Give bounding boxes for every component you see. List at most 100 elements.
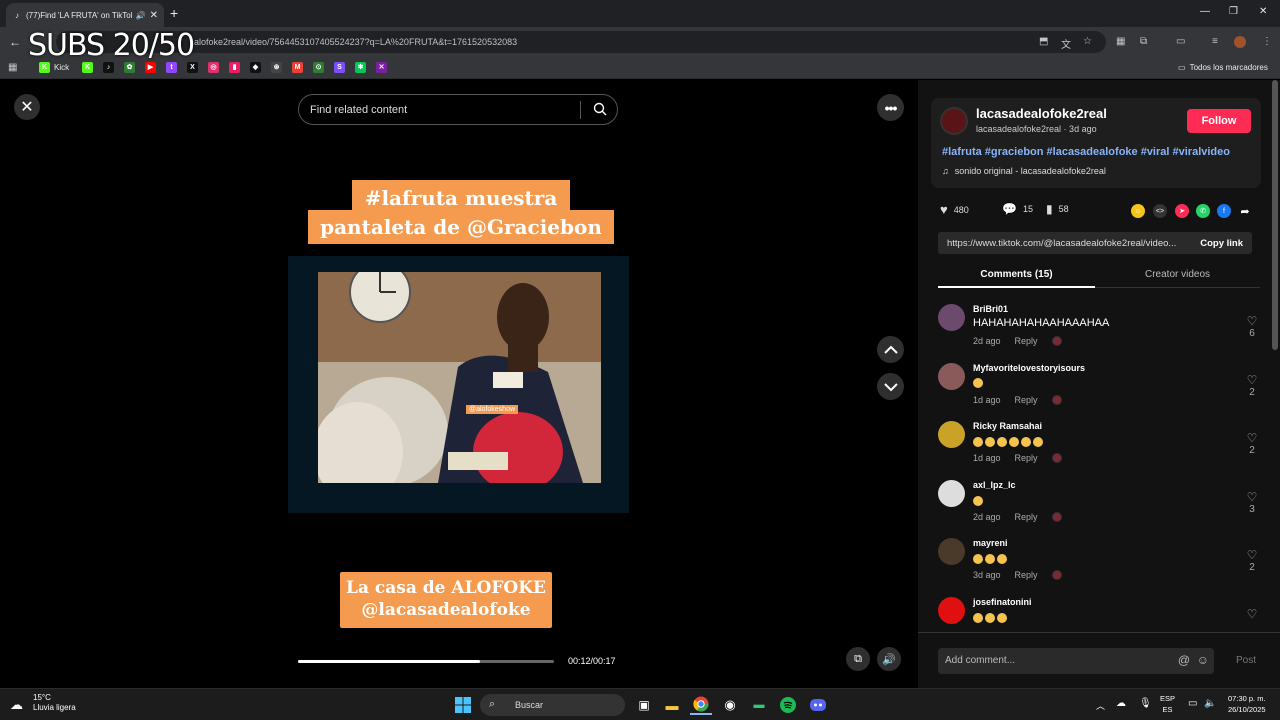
close-player-button[interactable]: ✕ [14,94,40,120]
comment-like-button[interactable]: ♡ 6 [1244,314,1260,339]
comment-avatar[interactable] [938,304,965,331]
save-button[interactable]: ▮ 58 [1046,202,1069,216]
comment-username[interactable]: mayreni [973,538,1008,548]
install-app-icon[interactable]: ⬒ [1039,36,1048,47]
reply-button[interactable]: Reply [1015,336,1038,346]
restore-icon[interactable]: ❐ [1229,6,1238,17]
next-video-button[interactable] [877,373,904,400]
bookmark-item[interactable]: ✱ [355,61,366,73]
bookmark-item[interactable]: ▮ [229,61,240,73]
start-windows-icon[interactable] [453,695,473,715]
video-player[interactable]: Find related content #lafruta muestra pa… [288,80,629,688]
network-icon[interactable]: ▭ [1188,698,1197,709]
browser-tab-active[interactable]: ♪ (77)Find 'LA FRUTA' on TikTok 🔊 ✕ [6,3,164,27]
comment-username[interactable]: Ricky Ramsahai [973,421,1042,431]
microphone-icon[interactable]: 🎙 [1139,698,1152,709]
bookmark-item[interactable]: M [292,61,303,73]
comment-avatar[interactable] [938,479,965,507]
comment-button[interactable]: 💬 15 [1002,202,1033,216]
comment-username[interactable]: BriBri01 [973,304,1008,314]
tab-close-icon[interactable]: ✕ [150,10,158,21]
translate-icon[interactable]: 文 [1061,36,1071,51]
address-bar[interactable]: alofoke2real/video/7564453107405524237?q… [56,31,1106,53]
browser-menu-icon[interactable]: ⋮ [1262,36,1272,47]
bookmark-item[interactable]: ◆ [250,61,261,73]
new-tab-button[interactable]: + [170,5,178,21]
reply-button[interactable]: Reply [1015,570,1038,580]
extension-icon[interactable]: ▦ [1116,36,1125,47]
comment-username[interactable]: josefinatonini [973,597,1032,607]
back-icon[interactable]: ← [9,35,21,49]
comment-avatar[interactable] [938,362,965,390]
bookmark-star-icon[interactable]: ☆ [1083,36,1092,47]
embed-icon[interactable]: <> [1153,204,1167,218]
tab-comments[interactable]: Comments (15) [938,264,1095,288]
bookmark-item[interactable]: ⊙ [313,61,324,73]
comment-username[interactable]: Myfavoritelovestoryisours [973,363,1085,373]
taskbar-clock[interactable]: 07:30 p. m. 26/10/2025 [1228,694,1266,715]
reply-button[interactable]: Reply [1015,395,1038,405]
tab-audio-icon[interactable]: 🔊 [136,11,146,20]
comment-avatar[interactable] [938,597,965,624]
language-indicator[interactable]: ESP ES [1160,694,1175,715]
comment-like-button[interactable]: ♡ 3 [1244,490,1260,515]
whatsapp-icon[interactable]: ✆ [1196,204,1210,218]
follow-button[interactable]: Follow [1187,109,1251,133]
panel-scrollbar[interactable] [1272,80,1278,350]
add-comment-input[interactable]: Add comment... @ ☺ [938,648,1214,674]
send-icon[interactable]: ➤ [1175,204,1189,218]
bookmark-item[interactable]: ⊛ [271,61,282,73]
apps-grid-icon[interactable]: ▦ [8,61,17,73]
profile-avatar[interactable] [1234,36,1246,48]
facebook-icon[interactable]: f [1217,204,1231,218]
bookmark-item[interactable]: ◎ [208,61,219,73]
reply-button[interactable]: Reply [1015,453,1038,463]
search-icon[interactable] [593,102,607,116]
reply-button[interactable]: Reply [1015,512,1038,522]
tray-chevron-up-icon[interactable]: ︿ [1096,699,1105,712]
chrome-taskbar-icon[interactable] [690,695,712,715]
author-name[interactable]: lacasadealofoke2real [976,106,1107,121]
taskbar-search[interactable]: ⌕ Buscar [480,694,625,716]
media-control-icon[interactable]: ≡ [1212,36,1218,47]
obs-icon[interactable]: ◉ [720,695,740,715]
spotify-icon[interactable] [778,695,798,715]
speaker-icon[interactable]: 🔈 [1204,698,1216,709]
volume-button[interactable]: 🔊 [877,647,901,671]
task-view-icon[interactable]: ▣ [634,695,654,715]
bookmark-item[interactable]: S [334,61,345,73]
comment-username[interactable]: axl_lpz_lc [973,480,1016,490]
post-button[interactable]: Post [1236,655,1256,666]
window-close-icon[interactable]: ✕ [1259,6,1267,17]
author-avatar[interactable] [940,107,968,135]
floating-player-button[interactable]: ⧉ [846,647,870,671]
weather-widget[interactable]: ☁ 15°C Lluvia ligera [10,693,76,714]
comment-avatar[interactable] [938,421,965,449]
comment-like-button[interactable]: ♡ 2 [1244,373,1260,398]
like-button[interactable]: ♥ 480 [940,202,969,217]
copy-link-button[interactable]: Copy link [1200,238,1243,249]
related-search-input[interactable]: Find related content [298,94,618,125]
extensions-puzzle-icon[interactable]: ⧉ [1140,36,1147,47]
comment-avatar[interactable] [938,538,965,566]
video-progress-bar[interactable] [298,660,554,663]
more-options-button[interactable]: ••• [877,94,904,121]
hashtags[interactable]: #lafruta #graciebon #lacasadealofoke #vi… [942,146,1230,158]
bookmark-item[interactable]: ✕ [376,61,387,73]
tray-app-icon[interactable]: ☁ [1116,698,1126,709]
comment-like-button[interactable]: ♡ 2 [1244,548,1260,573]
share-friends-icon[interactable]: ☺ [1131,204,1145,218]
all-bookmarks-folder[interactable]: ▭ Todos los marcadores [1178,61,1268,73]
side-panel-icon[interactable]: ▭ [1176,36,1185,47]
comment-like-button[interactable]: ♡ 2 [1244,431,1260,456]
previous-video-button[interactable] [877,336,904,363]
discord-icon[interactable] [808,695,828,715]
file-explorer-icon[interactable]: ▬ [662,695,682,715]
comment-like-button[interactable]: ♡ [1244,607,1260,621]
sound-link[interactable]: ♫ sonido original - lacasadealofoke2real [942,166,1106,176]
mention-icon[interactable]: @ [1178,653,1190,667]
tab-creator-videos[interactable]: Creator videos [1095,264,1260,288]
emoji-icon[interactable]: ☺ [1197,653,1209,667]
minimize-icon[interactable]: — [1200,6,1210,17]
share-arrow-icon[interactable]: ➦ [1238,204,1252,218]
